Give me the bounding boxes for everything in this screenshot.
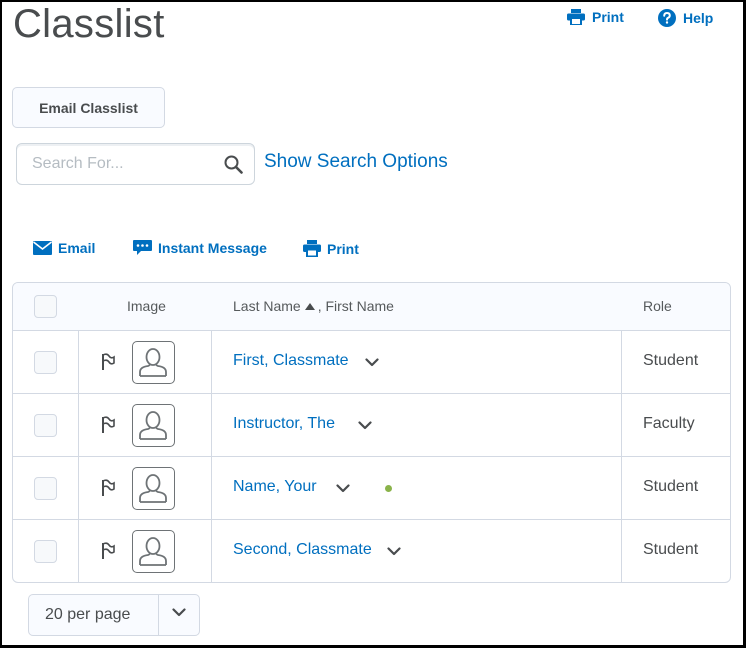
online-status-indicator — [385, 485, 392, 492]
last-name-sort-label[interactable]: Last Name — [233, 298, 301, 314]
email-classlist-button[interactable]: Email Classlist — [12, 87, 165, 128]
role-cell: Student — [643, 352, 699, 369]
row-checkbox[interactable] — [34, 477, 57, 500]
user-avatar — [132, 404, 175, 447]
search-box — [16, 143, 255, 185]
default-user-icon — [139, 348, 167, 377]
chevron-down-icon[interactable] — [358, 421, 372, 430]
print-action-label: Print — [327, 240, 359, 257]
chevron-down-icon[interactable] — [387, 547, 401, 556]
user-avatar — [132, 341, 175, 384]
role-cell: Faculty — [643, 415, 695, 432]
default-user-icon — [139, 474, 167, 503]
table-row: Second, Classmate Student — [13, 520, 730, 582]
page-size-select[interactable]: 20 per page — [28, 594, 200, 636]
role-column-header: Role — [643, 298, 672, 314]
row-checkbox[interactable] — [34, 540, 57, 563]
role-cell: Student — [643, 541, 699, 558]
chevron-down-icon — [172, 608, 186, 617]
flag-icon[interactable] — [101, 479, 115, 496]
user-name-link[interactable]: Name, Your — [233, 478, 317, 496]
flag-icon[interactable] — [101, 416, 115, 433]
default-user-icon — [139, 537, 167, 566]
table-row: Name, Your Student — [13, 457, 730, 520]
flag-icon[interactable] — [101, 353, 115, 370]
image-column-header: Image — [127, 298, 166, 314]
print-link[interactable]: Print — [567, 9, 624, 25]
email-action-label: Email — [58, 240, 96, 256]
printer-icon — [567, 9, 585, 25]
instant-message-action-label: Instant Message — [158, 240, 267, 256]
chat-bubble-icon — [133, 240, 152, 255]
search-input[interactable] — [17, 144, 217, 184]
role-cell: Student — [643, 478, 699, 495]
instant-message-action[interactable]: Instant Message — [133, 240, 267, 256]
user-name-link[interactable]: Second, Classmate — [233, 541, 372, 559]
envelope-icon — [33, 241, 52, 255]
user-name-link[interactable]: Instructor, The — [233, 415, 335, 433]
flag-icon[interactable] — [101, 542, 115, 559]
printer-icon — [303, 240, 321, 257]
search-icon[interactable] — [224, 155, 243, 174]
default-user-icon — [139, 411, 167, 440]
help-icon — [658, 9, 676, 27]
row-checkbox[interactable] — [34, 351, 57, 374]
select-all-checkbox[interactable] — [34, 295, 57, 318]
chevron-down-icon[interactable] — [365, 358, 379, 367]
chevron-down-icon[interactable] — [336, 484, 350, 493]
user-avatar — [132, 467, 175, 510]
print-link-label: Print — [592, 9, 624, 25]
help-link[interactable]: Help — [658, 9, 713, 27]
row-checkbox[interactable] — [34, 414, 57, 437]
table-header-row: Image Last Name , First Name Role — [13, 283, 730, 331]
email-action[interactable]: Email — [33, 240, 95, 256]
page-title: Classlist — [13, 2, 165, 46]
table-row: First, Classmate Student — [13, 331, 730, 394]
first-name-sort-label[interactable]: , First Name — [318, 298, 394, 314]
show-search-options-link[interactable]: Show Search Options — [264, 151, 448, 173]
name-column-header[interactable]: Last Name , First Name — [233, 298, 394, 314]
page-size-value: 20 per page — [45, 606, 131, 623]
table-row: Instructor, The Faculty — [13, 394, 730, 457]
classlist-table: Image Last Name , First Name Role First, … — [12, 282, 731, 583]
user-avatar — [132, 530, 175, 573]
print-action[interactable]: Print — [303, 240, 359, 257]
help-link-label: Help — [683, 10, 714, 26]
user-name-link[interactable]: First, Classmate — [233, 352, 349, 370]
sort-ascending-icon — [304, 303, 315, 310]
